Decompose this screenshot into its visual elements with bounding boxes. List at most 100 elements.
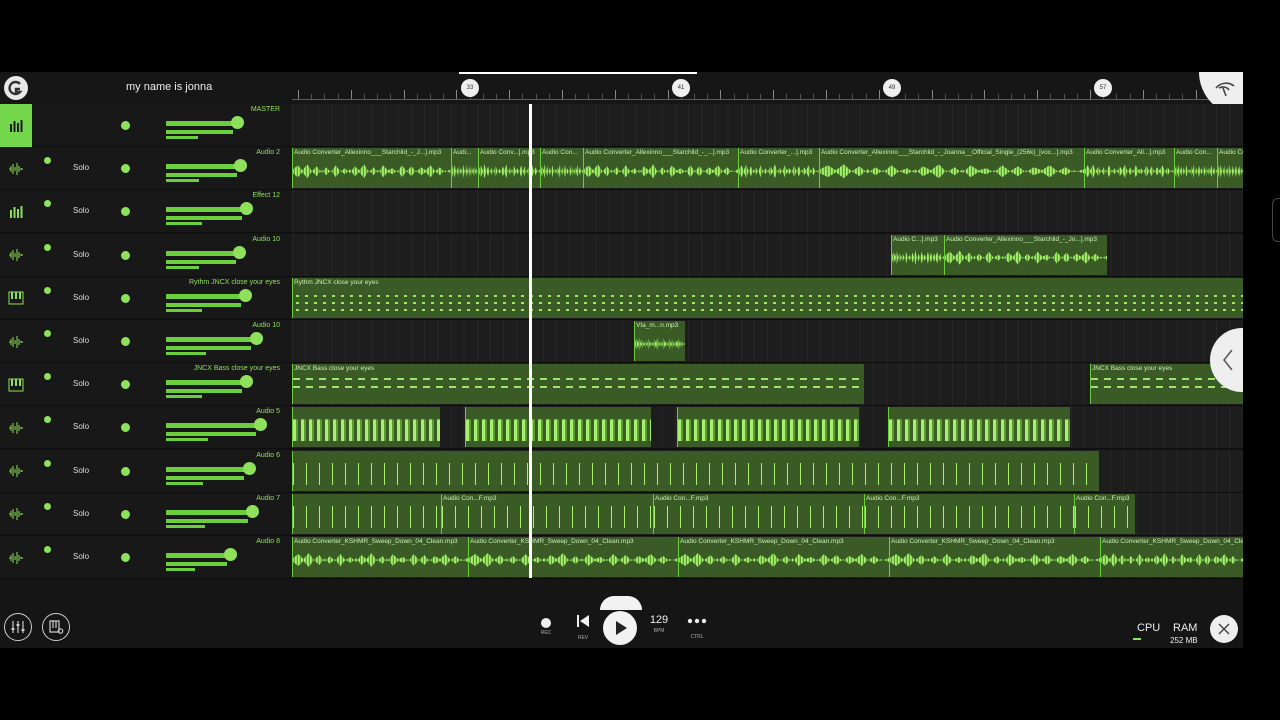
clip[interactable]: Audio Converter_Allexinno___Starchild_-_… xyxy=(583,148,738,189)
clip[interactable]: Rythm JNCX close your eyes xyxy=(292,277,1243,318)
waveform-icon[interactable] xyxy=(0,493,32,536)
record-arm-toggle[interactable] xyxy=(121,207,130,217)
clip[interactable] xyxy=(677,407,859,448)
piano-keys-icon[interactable] xyxy=(0,363,32,406)
clip[interactable]: Audio Con...F.mp3 xyxy=(864,493,1074,534)
track-header[interactable]: MASTER xyxy=(0,104,292,147)
clip[interactable]: Audio Converter_Allexinno___Starchild_-_… xyxy=(819,148,1084,189)
solo-button[interactable]: Solo xyxy=(73,552,89,561)
waveform-icon[interactable] xyxy=(0,450,32,493)
clip[interactable]: Audio Converter_KSHMR_Sweep_Down_04_Clea… xyxy=(292,537,468,577)
instrument-settings-button[interactable] xyxy=(42,613,70,641)
record-arm-toggle[interactable] xyxy=(121,121,130,130)
solo-button[interactable]: Solo xyxy=(73,422,89,431)
volume-slider-track[interactable] xyxy=(166,466,249,472)
volume-slider-knob[interactable] xyxy=(223,548,237,561)
play-button[interactable] xyxy=(603,611,637,645)
track-lane[interactable] xyxy=(292,104,1243,147)
screen-edge-handle[interactable] xyxy=(1272,198,1280,242)
side-panel-toggle[interactable] xyxy=(1210,328,1243,392)
clip[interactable]: Audio Converter_KSHMR_Sweep_Down_04_Cle xyxy=(1100,537,1243,577)
track-lane[interactable]: Audio Converter_Allexinno___Starchild_-_… xyxy=(292,147,1243,191)
waveform-icon[interactable] xyxy=(0,536,32,579)
volume-slider-track[interactable] xyxy=(166,553,230,558)
ruler-marker[interactable]: 33 xyxy=(461,79,479,97)
volume-slider-track[interactable] xyxy=(166,423,261,429)
clip[interactable]: Audio Converter_Allexinno___Starchild_-_… xyxy=(292,148,451,189)
volume-slider-track[interactable] xyxy=(166,509,253,515)
volume-slider-track[interactable] xyxy=(166,380,247,386)
clip[interactable]: Audio Converter_...].mp3 xyxy=(738,148,819,189)
record-arm-toggle[interactable] xyxy=(121,250,130,260)
solo-button[interactable]: Solo xyxy=(73,379,89,388)
volume-slider-knob[interactable] xyxy=(240,202,254,216)
volume-slider-knob[interactable] xyxy=(234,159,248,173)
volume-slider-knob[interactable] xyxy=(240,375,254,389)
project-title[interactable]: my name is jonna xyxy=(126,81,212,93)
loop-region-bar[interactable] xyxy=(459,72,697,74)
record-arm-toggle[interactable] xyxy=(121,293,130,303)
solo-button[interactable]: Solo xyxy=(73,293,89,302)
mute-toggle[interactable] xyxy=(44,157,51,165)
mute-toggle[interactable] xyxy=(44,200,51,208)
clip[interactable]: JNCX Bass close your eyes xyxy=(292,364,864,405)
track-lane[interactable]: Vta_m...n.mp3 xyxy=(292,320,1243,363)
solo-button[interactable]: Solo xyxy=(73,466,89,475)
clip[interactable]: Audio Co xyxy=(1217,148,1243,189)
volume-slider-knob[interactable] xyxy=(246,504,260,518)
mute-toggle[interactable] xyxy=(44,373,51,381)
solo-button[interactable]: Solo xyxy=(73,206,89,215)
volume-slider-knob[interactable] xyxy=(233,245,247,259)
clip[interactable]: Audio C...].mp3 xyxy=(891,234,944,275)
clip[interactable]: Audio Converter_KSHMR_Sweep_Down_04_Clea… xyxy=(678,537,889,577)
clip[interactable]: Audio Con... xyxy=(1174,148,1217,189)
mute-toggle[interactable] xyxy=(44,286,51,294)
record-arm-toggle[interactable] xyxy=(121,380,130,390)
volume-slider-track[interactable] xyxy=(166,293,246,299)
clip[interactable] xyxy=(465,407,651,448)
clip[interactable]: Vta_m...n.mp3 xyxy=(634,321,685,361)
clip[interactable]: Audio Converter_KSHMR_Sweep_Down_04_Clea… xyxy=(889,537,1100,577)
mute-toggle[interactable] xyxy=(44,459,51,467)
volume-slider-track[interactable] xyxy=(166,337,256,342)
track-lane[interactable] xyxy=(292,190,1243,234)
mixer-bars-icon[interactable] xyxy=(0,190,32,233)
clip[interactable] xyxy=(292,407,440,448)
track-header[interactable]: Solo Audio 5 xyxy=(0,406,292,450)
track-header[interactable]: Solo Audio 8 xyxy=(0,536,292,579)
waveform-icon[interactable] xyxy=(0,406,32,449)
track-lane[interactable] xyxy=(292,449,1243,493)
solo-button[interactable]: Solo xyxy=(73,336,89,345)
track-header[interactable]: Solo Rythm JNCX close your eyes xyxy=(0,276,292,320)
volume-slider-knob[interactable] xyxy=(254,418,268,432)
bpm-control[interactable]: 129 BPM xyxy=(645,614,673,634)
volume-slider-track[interactable] xyxy=(166,164,241,170)
track-lane[interactable] xyxy=(292,406,1243,450)
mute-toggle[interactable] xyxy=(44,546,51,553)
track-lane[interactable]: JNCX Bass close your eyes JNCX Bass close… xyxy=(292,363,1243,407)
position-handle[interactable] xyxy=(600,596,642,610)
volume-slider-track[interactable] xyxy=(166,250,240,256)
clip[interactable]: Audio Converter_Allexinno___Starchild_-_… xyxy=(944,234,1107,275)
record-arm-toggle[interactable] xyxy=(121,164,130,174)
track-header[interactable]: Solo JNCX Bass close your eyes xyxy=(0,363,292,407)
track-header[interactable]: Solo Audio 6 xyxy=(0,449,292,493)
record-arm-toggle[interactable] xyxy=(121,466,130,476)
ctrl-button[interactable]: CTRL xyxy=(684,614,710,640)
record-button[interactable]: REC xyxy=(537,614,555,636)
waveform-icon[interactable] xyxy=(0,234,32,277)
app-logo-icon[interactable] xyxy=(4,76,28,100)
mute-toggle[interactable] xyxy=(44,416,51,424)
solo-button[interactable]: Solo xyxy=(73,250,89,259)
track-header[interactable]: Solo Audio 10 xyxy=(0,320,292,363)
track-header[interactable]: Solo Audio 2 xyxy=(0,147,292,191)
record-arm-toggle[interactable] xyxy=(121,337,130,346)
waveform-icon[interactable] xyxy=(0,147,32,190)
volume-slider-knob[interactable] xyxy=(242,461,256,475)
volume-slider-track[interactable] xyxy=(166,207,247,213)
mute-toggle[interactable] xyxy=(44,502,51,510)
rewind-button[interactable]: REV xyxy=(573,614,593,641)
clip[interactable]: Audio Con... xyxy=(540,148,583,189)
record-arm-toggle[interactable] xyxy=(121,509,130,519)
clip[interactable] xyxy=(888,407,1070,448)
